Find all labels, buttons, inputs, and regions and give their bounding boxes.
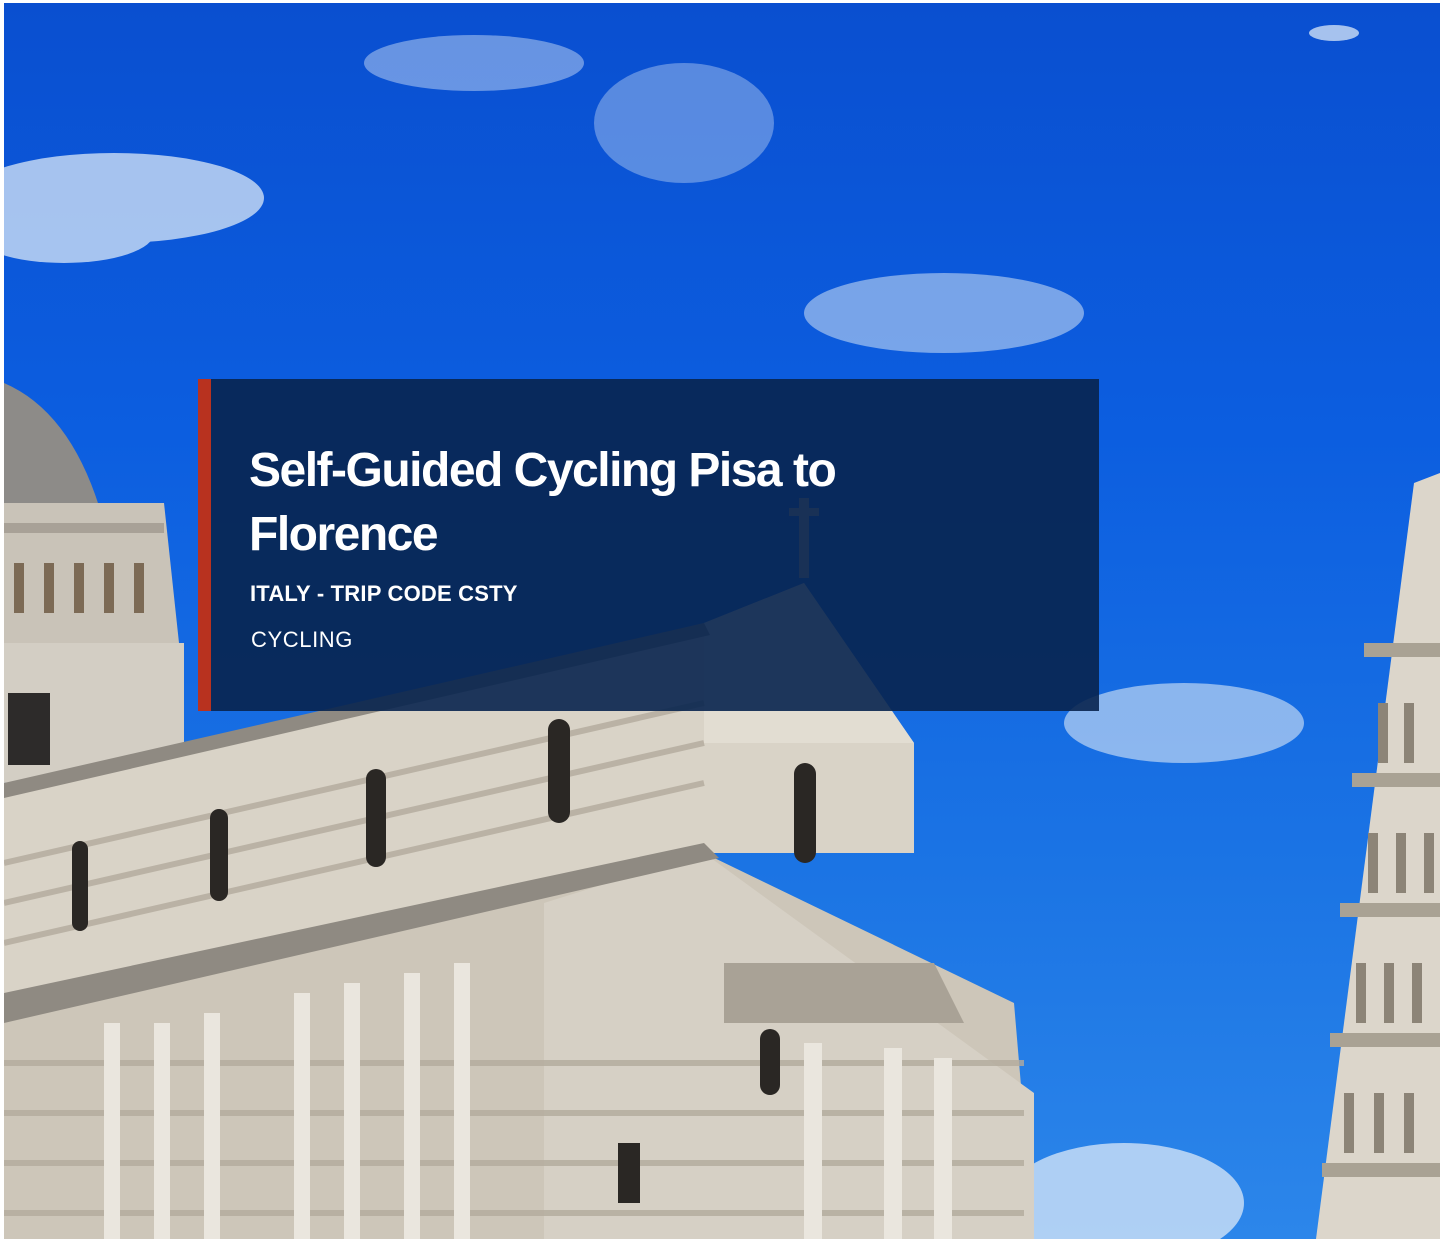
trip-category-label: CYCLING [251,627,353,652]
hero-banner: Self-Guided Cycling Pisa to Florence ITA… [4,3,1440,1239]
trip-info-panel: Self-Guided Cycling Pisa to Florence ITA… [198,379,1099,711]
trip-title: Self-Guided Cycling Pisa to Florence [249,444,837,561]
cathedral-dome [4,383,184,783]
trip-code-label: ITALY - TRIP CODE CSTY [250,581,518,606]
leaning-tower [1316,473,1440,1239]
